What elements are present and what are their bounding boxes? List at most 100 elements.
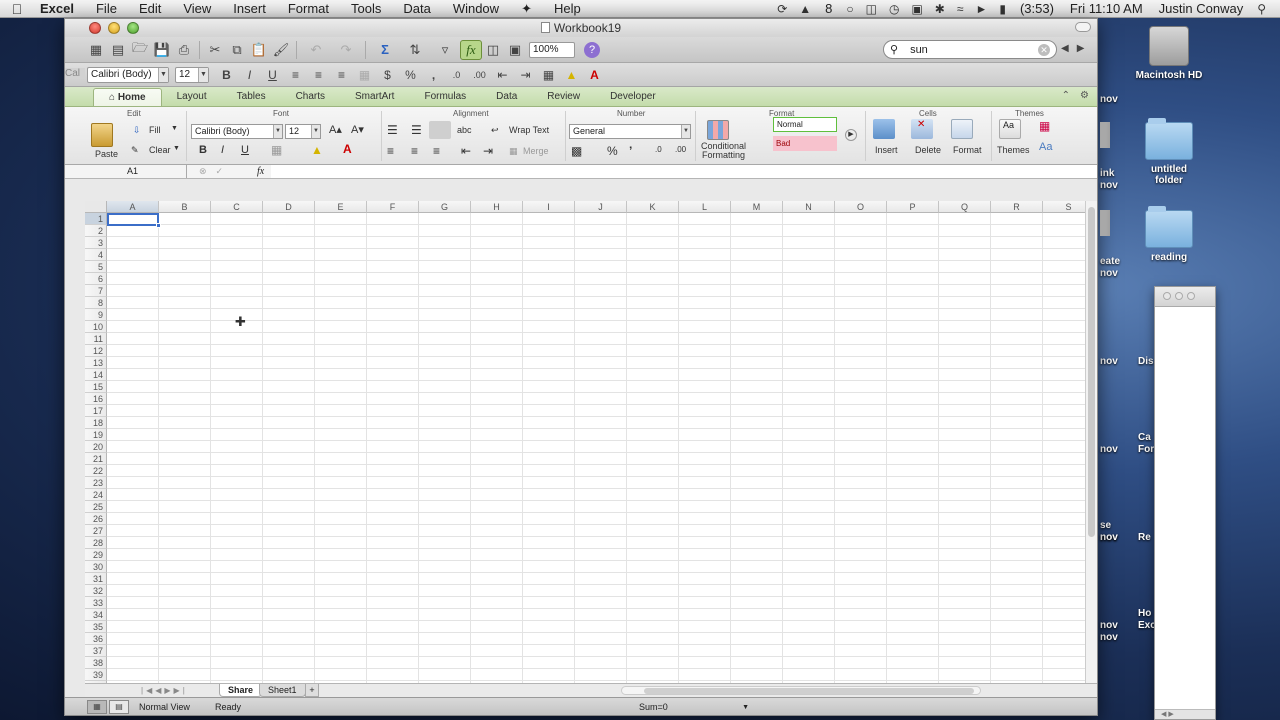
row-header[interactable]: 17 bbox=[85, 405, 107, 417]
decrease-indent-icon[interactable]: ⇤ bbox=[491, 68, 514, 82]
print-icon[interactable]: ⎙ bbox=[173, 40, 195, 60]
tab-data[interactable]: Data bbox=[481, 88, 532, 106]
font-color-icon[interactable]: A bbox=[583, 68, 606, 82]
cell-area[interactable] bbox=[107, 213, 1085, 699]
spotlight-icon[interactable]: ⚲ bbox=[1251, 2, 1280, 16]
conditional-formatting-button[interactable]: Conditional Formatting bbox=[701, 142, 746, 160]
comma-style-icon[interactable]: ’ bbox=[629, 144, 632, 158]
row-header[interactable]: 13 bbox=[85, 357, 107, 369]
confirm-entry-icon[interactable]: ✓ bbox=[216, 165, 224, 178]
new-workbook-icon[interactable]: ▤ bbox=[107, 40, 129, 60]
toolbar-toggle-button[interactable] bbox=[1075, 22, 1091, 32]
align-text-center-icon[interactable]: ≡ bbox=[411, 144, 418, 158]
sheet-tab-share[interactable]: Share bbox=[219, 684, 263, 697]
column-header[interactable]: D bbox=[263, 201, 315, 213]
column-header[interactable]: L bbox=[679, 201, 731, 213]
filter-icon[interactable]: ▿ bbox=[430, 40, 460, 60]
autosum-icon[interactable]: Σ bbox=[370, 40, 400, 60]
ribbon-italic-icon[interactable]: I bbox=[221, 144, 224, 156]
vertical-scrollbar[interactable] bbox=[1085, 201, 1097, 699]
desktop-icon-reading[interactable]: reading bbox=[1124, 206, 1214, 263]
ribbon-borders-icon[interactable]: ▦ bbox=[271, 143, 282, 157]
row-header[interactable]: 22 bbox=[85, 465, 107, 477]
ribbon-underline-icon[interactable]: U bbox=[241, 144, 249, 156]
sheet-tab-sheet1[interactable]: Sheet1 bbox=[259, 684, 306, 697]
cancel-entry-icon[interactable]: ⊗ bbox=[199, 165, 207, 178]
menu-tools[interactable]: Tools bbox=[340, 1, 392, 16]
column-header[interactable]: A bbox=[107, 201, 159, 213]
format-painter-icon[interactable]: 🖌 bbox=[270, 40, 292, 60]
row-header[interactable]: 11 bbox=[85, 333, 107, 345]
percent-style-icon[interactable]: % bbox=[607, 144, 618, 158]
more-styles-icon[interactable]: ▶ bbox=[845, 129, 857, 141]
column-header[interactable]: M bbox=[731, 201, 783, 213]
paste-button[interactable]: Paste bbox=[95, 149, 118, 159]
increase-decimal-icon[interactable]: .0 bbox=[445, 70, 468, 80]
currency-icon[interactable]: $ bbox=[376, 68, 399, 82]
fill-color-icon[interactable]: ▲ bbox=[560, 68, 583, 82]
row-header[interactable]: 29 bbox=[85, 549, 107, 561]
row-header[interactable]: 6 bbox=[85, 273, 107, 285]
display-icon[interactable]: ▣ bbox=[905, 2, 928, 16]
insert-cells-icon[interactable] bbox=[873, 119, 895, 139]
adobe-icon[interactable]: ▲ bbox=[793, 2, 817, 16]
row-header[interactable]: 15 bbox=[85, 381, 107, 393]
fill-handle[interactable] bbox=[156, 223, 161, 228]
ribbon-size-select[interactable]: 12 ▼ bbox=[285, 124, 321, 139]
ribbon-decrease-indent-icon[interactable]: ⇤ bbox=[461, 144, 471, 158]
next-result-icon[interactable]: ▶ bbox=[1077, 43, 1085, 54]
formula-builder-icon[interactable]: fx bbox=[460, 39, 482, 60]
menu-insert[interactable]: Insert bbox=[222, 1, 277, 16]
row-header[interactable]: 34 bbox=[85, 609, 107, 621]
align-text-left-icon[interactable]: ≡ bbox=[387, 144, 394, 158]
comma-icon[interactable]: , bbox=[422, 68, 445, 82]
row-header[interactable]: 36 bbox=[85, 633, 107, 645]
row-header[interactable]: 3 bbox=[85, 237, 107, 249]
style-bad[interactable]: Bad bbox=[773, 136, 837, 151]
formula-input[interactable] bbox=[271, 165, 1097, 178]
merge-button[interactable]: Merge bbox=[523, 146, 549, 156]
column-header[interactable]: S bbox=[1043, 201, 1085, 213]
paste-icon[interactable]: 📋 bbox=[248, 40, 270, 60]
increase-indent-icon[interactable]: ⇥ bbox=[514, 68, 537, 82]
row-header[interactable]: 39 bbox=[85, 669, 107, 681]
themes-button[interactable]: Themes bbox=[997, 145, 1030, 155]
open-icon[interactable]: 🗁 bbox=[129, 40, 151, 60]
ribbon-increase-indent-icon[interactable]: ⇥ bbox=[483, 144, 493, 158]
copy-icon[interactable]: ⧉ bbox=[226, 40, 248, 60]
notification-icon[interactable]: ○ bbox=[840, 2, 859, 16]
row-header[interactable]: 31 bbox=[85, 573, 107, 585]
themes-icon[interactable]: Aa bbox=[999, 119, 1021, 139]
theme-colors-icon[interactable]: ▦ bbox=[1039, 119, 1050, 133]
align-text-right-icon[interactable]: ≡ bbox=[433, 144, 440, 158]
column-header[interactable]: G bbox=[419, 201, 471, 213]
add-sheet-button[interactable]: + bbox=[305, 684, 319, 697]
menu-window[interactable]: Window bbox=[442, 1, 510, 16]
delete-cells-icon[interactable]: ✕ bbox=[911, 119, 933, 139]
menu-view[interactable]: View bbox=[172, 1, 222, 16]
row-header[interactable]: 35 bbox=[85, 621, 107, 633]
insert-function-button[interactable]: fx bbox=[257, 165, 264, 178]
align-left-icon[interactable]: ≡ bbox=[284, 68, 307, 82]
tab-layout[interactable]: Layout bbox=[162, 88, 222, 106]
orientation-button[interactable]: abc bbox=[457, 125, 472, 135]
number-format-select[interactable]: General ▼ bbox=[569, 124, 691, 139]
row-header[interactable]: 4 bbox=[85, 249, 107, 261]
volume-icon[interactable]: ► bbox=[969, 2, 993, 16]
tab-smartart[interactable]: SmartArt bbox=[340, 88, 409, 106]
window-titlebar[interactable]: Workbook19 bbox=[65, 19, 1097, 37]
row-header[interactable]: 25 bbox=[85, 501, 107, 513]
column-header[interactable]: I bbox=[523, 201, 575, 213]
delete-button[interactable]: Delete bbox=[915, 145, 941, 155]
horizontal-scrollbar[interactable] bbox=[621, 686, 981, 695]
bluetooth-icon[interactable]: ✱ bbox=[929, 2, 951, 16]
align-top-icon[interactable]: ☰ bbox=[387, 123, 398, 137]
ribbon-increase-decimal-icon[interactable]: .0 bbox=[655, 145, 662, 154]
font-size-select[interactable]: 12 ▼ bbox=[175, 66, 209, 83]
redo-icon[interactable]: ↷ bbox=[331, 40, 361, 60]
save-icon[interactable]: 💾 bbox=[151, 40, 173, 60]
menu-app[interactable]: Excel bbox=[34, 1, 85, 16]
borders-icon[interactable]: ▦ bbox=[537, 68, 560, 82]
desktop-icon-macintosh-hd[interactable]: Macintosh HD bbox=[1124, 26, 1214, 81]
collapse-ribbon-icon[interactable]: ⌃ bbox=[1062, 90, 1070, 101]
